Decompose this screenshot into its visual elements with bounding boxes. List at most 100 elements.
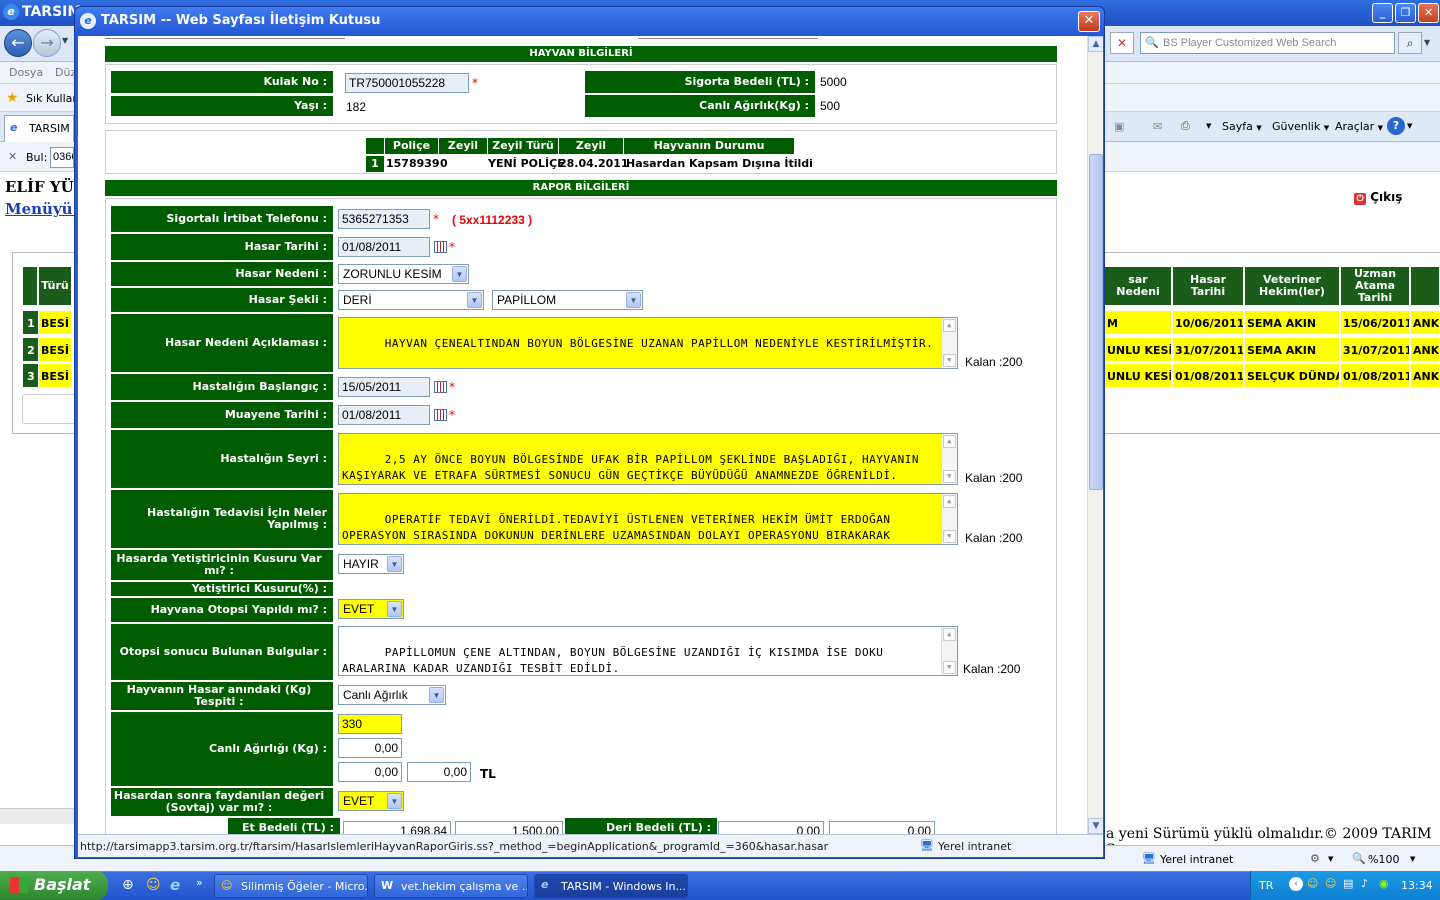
task-outlook[interactable]: ☺ Silinmiş Öğeler - Micro... — [214, 874, 368, 898]
calendar-icon[interactable] — [434, 409, 447, 421]
scroll-down-icon[interactable]: ▼ — [943, 354, 956, 367]
outlook-icon[interactable]: ☺ — [146, 877, 161, 893]
disease-course-textarea[interactable]: 2,5 AY ÖNCE BOYUN BÖLGESİNDE UFAK BİR PA… — [338, 433, 958, 485]
row-date: 31/07/2011 — [1172, 337, 1244, 362]
feeds-icon[interactable]: ▣ — [1114, 120, 1124, 133]
dialog-close-button[interactable]: ✕ — [1078, 11, 1100, 32]
tray-messenger-icon[interactable]: ☺ — [1325, 877, 1336, 890]
calendar-icon[interactable] — [434, 241, 447, 253]
language-indicator[interactable]: TR — [1259, 879, 1273, 892]
scroll-up-icon[interactable]: ▲ — [943, 495, 956, 508]
amount-field-1[interactable]: 0,00 — [338, 738, 402, 758]
protected-chevron-icon[interactable]: ▼ — [1328, 855, 1333, 863]
tray-arrow-icon[interactable]: ‹ — [1289, 877, 1303, 891]
loss-subshape-select[interactable]: PAPİLLOM ▼ — [492, 290, 643, 310]
print-chevron-icon[interactable]: ▼ — [1206, 122, 1211, 130]
autopsy-select[interactable]: EVET ▼ — [338, 599, 404, 619]
phone-field[interactable]: 5365271353 — [338, 209, 430, 229]
chevron-down-icon[interactable]: ▼ — [62, 36, 68, 45]
loss-reason-select[interactable]: ZORUNLU KESİM ▼ — [338, 264, 469, 284]
protected-mode-icon[interactable]: ⚙ — [1310, 852, 1320, 865]
show-desktop-icon[interactable]: ⊕ — [122, 877, 134, 893]
ie-quicklaunch-icon[interactable]: e — [170, 876, 180, 894]
minimize-button[interactable]: _ — [1372, 3, 1393, 23]
favorites-star-icon[interactable]: ★ — [6, 90, 19, 106]
tray-volume-icon[interactable]: ♪ — [1361, 877, 1368, 890]
breeder-fault-select[interactable]: HAYIR ▼ — [338, 554, 404, 574]
zoom-level[interactable]: %100 — [1368, 853, 1399, 866]
close-window-button[interactable]: ✕ — [1418, 3, 1439, 23]
find-input[interactable]: 0366 — [50, 147, 74, 168]
section-report-header: RAPOR BİLGİLERİ — [105, 180, 1057, 196]
dialog-scrollbar[interactable]: ▲ ▼ — [1087, 36, 1103, 834]
calendar-icon[interactable] — [434, 381, 447, 393]
search-options-chevron-icon[interactable]: ▼ — [1424, 38, 1430, 47]
live-weight-field[interactable]: 330 — [338, 714, 402, 734]
loss-shape-select[interactable]: DERİ ▼ — [338, 290, 484, 310]
menu-file[interactable]: Dosya — [9, 66, 43, 79]
tray-outlook-icon[interactable]: ☺ — [1307, 877, 1318, 890]
web-search-input[interactable]: 🔍 BS Player Customized Web Search — [1140, 32, 1395, 54]
help-icon[interactable]: ? — [1387, 117, 1405, 135]
amount-field-3[interactable]: 0,00 — [407, 762, 471, 782]
scroll-up-icon[interactable]: ▲ — [943, 435, 956, 448]
autopsy-result-textarea[interactable]: PAPİLLOMUN ÇENE ALTINDAN, BOYUN BÖLGESİN… — [338, 626, 958, 676]
top-scroll-remnant — [638, 36, 818, 39]
tools-menu[interactable]: Araçlar ▼ — [1335, 120, 1383, 133]
scroll-up-icon[interactable]: ▲ — [943, 628, 956, 641]
textarea-scrollbar[interactable]: ▲ ▼ — [941, 434, 957, 484]
close-find-icon[interactable]: ✕ — [8, 150, 17, 163]
hide-price-field-2[interactable]: 0,00 — [829, 821, 935, 834]
stop-icon[interactable]: ✕ — [1110, 32, 1134, 54]
task-ie[interactable]: e TARSIM - Windows In... — [534, 874, 688, 898]
currency-label: TL — [480, 767, 496, 781]
forward-arrow-icon[interactable]: → — [33, 29, 61, 57]
salvage-label: Hasardan sonra faydanılan değeri (Sovtaj… — [111, 788, 333, 816]
scroll-up-icon[interactable]: ▲ — [1088, 36, 1103, 52]
scroll-down-icon[interactable]: ▼ — [1088, 818, 1103, 834]
help-chevron-icon[interactable]: ▼ — [1407, 122, 1412, 130]
page-menu[interactable]: Sayfa ▼ — [1222, 120, 1262, 133]
textarea-scrollbar[interactable]: ▲ ▼ — [941, 627, 957, 675]
scroll-down-icon[interactable]: ▼ — [943, 661, 956, 674]
security-menu[interactable]: Güvenlik ▼ — [1272, 120, 1329, 133]
row-reason: M — [1104, 310, 1172, 335]
maximize-button[interactable]: ❐ — [1395, 3, 1416, 23]
zoom-icon[interactable]: 🔍 — [1352, 852, 1366, 865]
meat-price-field-1[interactable]: 1.698,84 — [343, 821, 451, 834]
scrollbar-thumb[interactable] — [1089, 154, 1103, 490]
quicklaunch-expand-icon[interactable]: » — [196, 876, 203, 889]
ear-no-field[interactable]: TR750001055228 — [345, 73, 469, 93]
salvage-select[interactable]: EVET ▼ — [338, 791, 404, 811]
reason-desc-textarea[interactable]: HAYVAN ÇENEALTINDAN BOYUN BÖLGESİNE UZAN… — [338, 317, 958, 369]
search-button-icon[interactable]: ⌕ — [1398, 32, 1422, 54]
disease-start-field[interactable]: 15/05/2011 — [338, 377, 430, 397]
print-icon[interactable]: ⎙ — [1181, 119, 1190, 133]
weight-at-loss-select[interactable]: Canlı Ağırlık ▼ — [338, 685, 446, 705]
textarea-scrollbar[interactable]: ▲ ▼ — [941, 318, 957, 368]
row-type: BESİ — [38, 337, 72, 362]
task-word[interactable]: W vet.hekim çalışma ve ... — [374, 874, 528, 898]
tray-security-icon[interactable]: ◉ — [1379, 877, 1389, 890]
mail-icon[interactable]: ✉ — [1153, 120, 1162, 133]
back-arrow-icon[interactable]: ← — [4, 29, 32, 57]
exam-date-field[interactable]: 01/08/2011 — [338, 405, 430, 425]
treatment-textarea[interactable]: OPERATİF TEDAVİ ÖNERİLDİ.TEDAVİYİ ÜSTLEN… — [338, 493, 958, 545]
scroll-down-icon[interactable]: ▼ — [943, 470, 956, 483]
tab-tarsim[interactable]: e TARSIM — [4, 115, 74, 142]
row-assign-date: 31/07/2011 — [1340, 337, 1410, 362]
start-button[interactable]: Başlat — [0, 871, 108, 900]
zoom-chevron-icon[interactable]: ▼ — [1410, 855, 1415, 863]
meat-price-field-2[interactable]: 1.500,00 — [455, 821, 563, 834]
scroll-up-icon[interactable]: ▲ — [943, 319, 956, 332]
hide-price-field-1[interactable]: 0,00 — [718, 821, 824, 834]
logout-button[interactable]: ⏻ Çıkış — [1354, 190, 1402, 205]
clock[interactable]: 13:34 — [1401, 879, 1433, 892]
loss-date-field[interactable]: 01/08/2011 — [338, 237, 430, 257]
addendum-no: 0 — [440, 157, 448, 170]
horizontal-scrollbar[interactable] — [0, 808, 80, 824]
amount-field-2[interactable]: 0,00 — [338, 762, 402, 782]
tray-network-icon[interactable]: ▤ — [1343, 877, 1353, 890]
scroll-down-icon[interactable]: ▼ — [943, 530, 956, 543]
textarea-scrollbar[interactable]: ▲ ▼ — [941, 494, 957, 544]
